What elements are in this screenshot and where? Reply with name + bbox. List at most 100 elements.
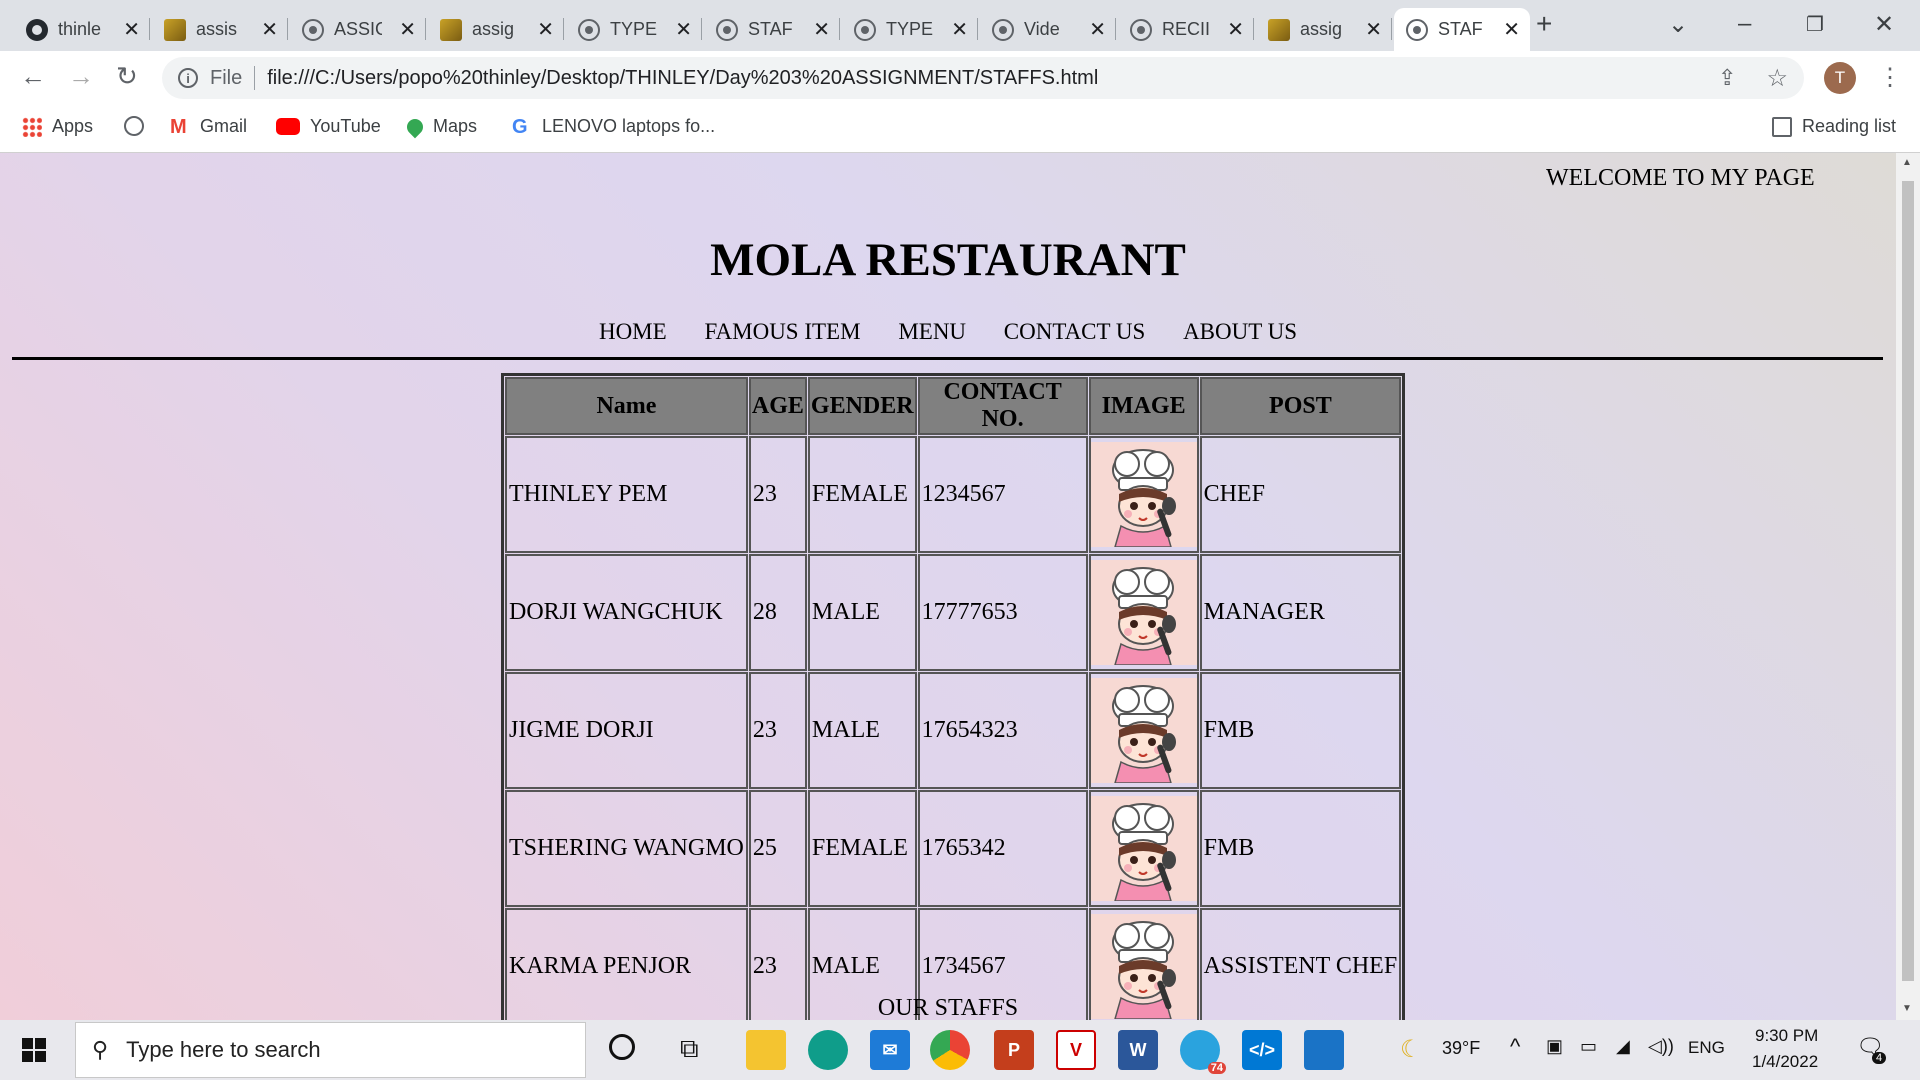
tab-title: RECII [1162, 19, 1210, 39]
bookmark-youtube[interactable]: YouTube [276, 116, 381, 137]
cell-post: MANAGER [1199, 554, 1402, 671]
scroll-up-arrow-icon[interactable]: ▲ [1902, 157, 1912, 168]
scrollbar-thumb[interactable] [1902, 181, 1914, 981]
table-row: TSHERING WANGMO 25 FEMALE 1765342 FMB [505, 790, 1402, 907]
language-indicator[interactable]: ENG [1688, 1038, 1725, 1058]
reading-list-button[interactable]: Reading list [1772, 116, 1896, 137]
cell-gender: FEMALE [807, 436, 917, 553]
browser-tab[interactable]: ASSIG ✕ [290, 8, 426, 51]
clock-date[interactable]: 1/4/2022 [1752, 1052, 1818, 1072]
address-bar[interactable]: i File file:///C:/Users/popo%20thinley/D… [162, 57, 1804, 99]
browser-tab[interactable]: thinle ✕ [14, 8, 150, 51]
url-text[interactable]: file:///C:/Users/popo%20thinley/Desktop/… [267, 67, 1098, 90]
header-image: IMAGE [1088, 377, 1199, 435]
cell-post: FMB [1199, 790, 1402, 907]
browser-tab[interactable]: TYPE ✕ [842, 8, 978, 51]
bookmark-gmail[interactable]: M Gmail [170, 116, 247, 137]
nav-home[interactable]: HOME [599, 319, 667, 344]
cell-name: DORJI WANGCHUK [505, 554, 748, 671]
tab-close-icon[interactable]: ✕ [1089, 17, 1106, 42]
scroll-down-arrow-icon[interactable]: ▼ [1902, 1003, 1912, 1014]
table-header-row: Name AGE GENDER CONTACT NO. IMAGE POST [505, 377, 1402, 435]
bookmark-apps[interactable]: Apps [22, 116, 93, 137]
nav-about-us[interactable]: ABOUT US [1183, 319, 1297, 344]
tab-close-icon[interactable]: ✕ [675, 17, 692, 42]
tab-close-icon[interactable]: ✕ [537, 17, 554, 42]
table-row: THINLEY PEM 23 FEMALE 1234567 CHEF [505, 436, 1402, 553]
tab-close-icon[interactable]: ✕ [1365, 17, 1382, 42]
meet-now-icon[interactable]: ▣ [1546, 1036, 1563, 1057]
tab-title: assig [1300, 19, 1343, 39]
taskbar-search-box[interactable]: ⚲ Type here to search [75, 1022, 586, 1078]
reload-icon[interactable]: ↻ [116, 61, 138, 92]
image-icon [164, 18, 186, 41]
telegram-icon[interactable]: 74 [1180, 1030, 1226, 1074]
bookmark-label: Apps [52, 116, 94, 136]
weather-temp[interactable]: 39°F [1442, 1038, 1480, 1059]
close-window-button[interactable]: ✕ [1874, 10, 1894, 39]
weather-moon-icon[interactable]: ☾ [1400, 1035, 1422, 1064]
browser-tab[interactable]: assis ✕ [152, 8, 288, 51]
bookmark-star-icon[interactable]: ☆ [1766, 64, 1788, 93]
bookmark-maps[interactable]: Maps [403, 115, 477, 138]
scheme-label: File [210, 66, 243, 89]
cell-name: THINLEY PEM [505, 436, 748, 553]
share-icon[interactable]: ⇪ [1718, 65, 1736, 91]
cell-age: 25 [748, 790, 807, 907]
cortana-icon[interactable] [609, 1034, 635, 1060]
profile-avatar[interactable]: T [1824, 62, 1856, 94]
browser-tab[interactable]: STAF ✕ [704, 8, 840, 51]
table-row: JIGME DORJI 23 MALE 17654323 FMB [505, 672, 1402, 789]
tab-close-icon[interactable]: ✕ [261, 17, 278, 42]
wifi-icon[interactable]: ◢ [1616, 1036, 1630, 1057]
task-view-icon[interactable]: ⧉ [680, 1033, 699, 1065]
word-icon[interactable]: W [1118, 1030, 1158, 1070]
new-tab-button[interactable]: + [1536, 8, 1552, 40]
minimize-button[interactable]: – [1738, 10, 1751, 38]
start-button[interactable] [22, 1038, 46, 1062]
browser-tab[interactable]: assig ✕ [1256, 8, 1392, 51]
browser-tab[interactable]: STAF ✕ [1394, 8, 1530, 51]
battery-icon[interactable]: ▭ [1580, 1036, 1597, 1057]
chrome-icon[interactable] [930, 1030, 970, 1070]
photos-icon[interactable] [1304, 1030, 1344, 1070]
restore-button[interactable]: ❐ [1806, 12, 1824, 37]
nav-menu[interactable]: MENU [898, 319, 966, 344]
nav-contact-us[interactable]: CONTACT US [1004, 319, 1146, 344]
forward-icon[interactable]: → [68, 61, 94, 92]
tab-close-icon[interactable]: ✕ [1503, 17, 1520, 42]
volume-icon[interactable]: ◁)) [1648, 1036, 1674, 1057]
browser-tab[interactable]: RECII ✕ [1118, 8, 1254, 51]
nav-famous-item[interactable]: FAMOUS ITEM [704, 319, 860, 344]
tab-close-icon[interactable]: ✕ [951, 17, 968, 42]
browser-tab[interactable]: assig ✕ [428, 8, 564, 51]
browser-tab[interactable]: Vide ✕ [980, 8, 1116, 51]
image-icon [1268, 18, 1290, 41]
back-icon[interactable]: ← [20, 61, 46, 92]
bookmark-globe[interactable] [124, 116, 144, 136]
powerpoint-icon[interactable]: P [994, 1030, 1034, 1070]
browser-toolbar: ← → ↻ i File file:///C:/Users/popo%20thi… [0, 51, 1920, 104]
tab-close-icon[interactable]: ✕ [123, 17, 140, 42]
site-info-icon[interactable]: i [178, 68, 198, 88]
file-explorer-icon[interactable] [746, 1030, 786, 1070]
clock-time[interactable]: 9:30 PM [1755, 1026, 1818, 1046]
globe-icon [854, 18, 876, 41]
vscode-icon[interactable]: </> [1242, 1030, 1282, 1070]
vector-app-icon[interactable]: V [1056, 1030, 1096, 1070]
tab-close-icon[interactable]: ✕ [1227, 17, 1244, 42]
vertical-scrollbar[interactable]: ▲ ▼ [1896, 153, 1920, 1020]
tab-close-icon[interactable]: ✕ [399, 17, 416, 42]
mail-icon[interactable]: ✉ [870, 1030, 910, 1070]
browser-tab[interactable]: TYPE ✕ [566, 8, 702, 51]
tab-close-icon[interactable]: ✕ [813, 17, 830, 42]
bookmark-lenovo[interactable]: G LENOVO laptops fo... [512, 116, 715, 137]
tab-search-chevron-icon[interactable]: ⌄ [1668, 10, 1688, 39]
menu-kebab-icon[interactable]: ⋮ [1878, 63, 1902, 92]
search-icon: ⚲ [92, 1037, 109, 1062]
cell-contact: 1765342 [917, 790, 1088, 907]
table-caption: OUR STAFFS [877, 995, 1019, 1020]
edge-icon[interactable] [808, 1030, 848, 1070]
tray-chevron-up-icon[interactable]: ^ [1510, 1034, 1520, 1060]
globe-icon [302, 18, 324, 41]
